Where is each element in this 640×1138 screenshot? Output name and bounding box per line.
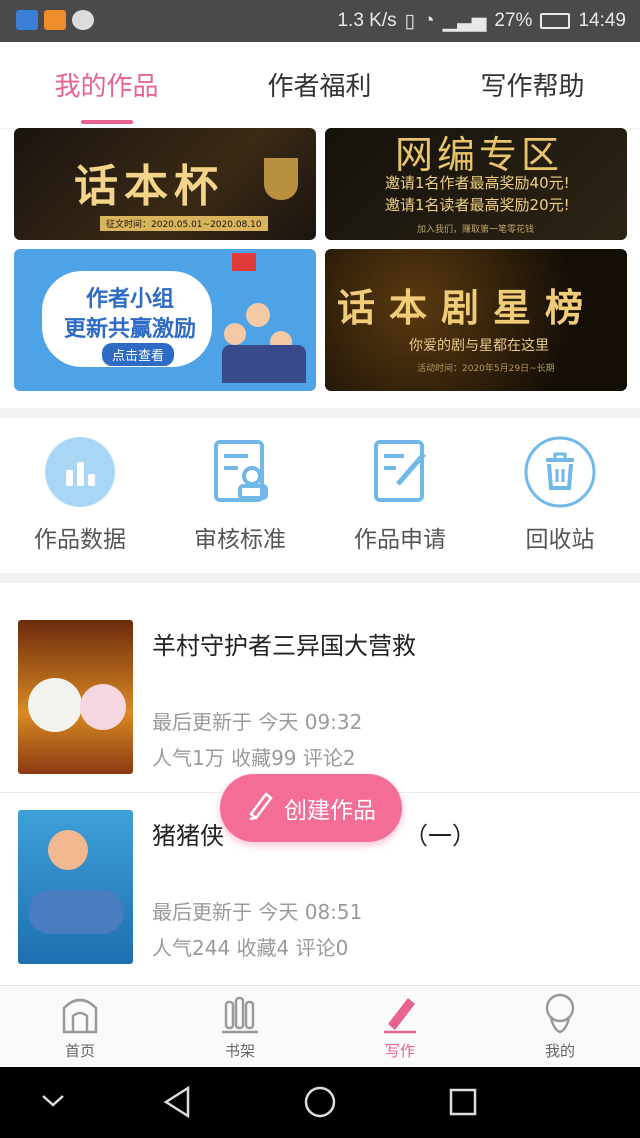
banner-subtitle: 你爱的剧与星都在这里 (409, 338, 549, 354)
nav-label: 书架 (224, 1042, 255, 1060)
work-stats: 人气1万 收藏99 评论2 (152, 746, 356, 770)
home-circle-icon[interactable] (303, 1085, 337, 1119)
tab-writing-help[interactable]: 写作帮助 (426, 66, 639, 103)
create-work-button[interactable]: 创建作品 (220, 774, 402, 842)
work-updated: 最后更新于 今天 09:32 (152, 710, 363, 734)
banner-title: 作者小组 (86, 287, 175, 312)
nav-label: 首页 (64, 1042, 95, 1060)
work-updated: 最后更新于 今天 08:51 (152, 900, 363, 924)
write-icon (384, 998, 416, 1034)
battery-level: 27% (494, 10, 533, 31)
banner-author-group[interactable]: 作者小组 更新共赢激励 点击查看 (14, 249, 316, 391)
recents-icon[interactable] (448, 1087, 478, 1117)
app-icon-mail (16, 10, 38, 30)
section-divider (0, 408, 640, 418)
active-tab-indicator (81, 120, 133, 124)
qa-work-apply[interactable]: 作品申请 (320, 436, 480, 554)
banner-line2: 更新共赢激励 (64, 317, 197, 342)
home-icon (62, 998, 98, 1034)
qa-label: 作品数据 (34, 527, 126, 553)
cartoon-people-illustration (222, 283, 306, 383)
system-nav-bar (0, 1067, 640, 1138)
banner-footer: 加入我们，赚取第一笔零花钱 (417, 225, 535, 235)
banner-drama-star-chart[interactable]: 话本剧星榜 你爱的剧与星都在这里 活动时间：2020年5月29日~长期 (325, 249, 627, 391)
back-icon[interactable] (162, 1085, 194, 1119)
banner-title: 话本剧星榜 (337, 285, 598, 330)
status-bar: 1.3 K/s ▯ ◔ ▁▃▅ 27% 14:49 (0, 0, 640, 42)
app-icon-video (44, 10, 66, 30)
work-stats: 人气244 收藏4 评论0 (152, 936, 349, 960)
trash-icon (524, 436, 596, 508)
work-title: 猪猪侠 (152, 822, 224, 850)
nav-bookshelf[interactable]: 书架 (160, 992, 320, 1061)
banner-huaben-cup[interactable]: 话本杯 征文时间：2020.05.01~2020.08.10 (14, 128, 316, 240)
signal-icon: ▁▃▅ (442, 10, 487, 32)
tab-author-benefits[interactable]: 作者福利 (213, 66, 426, 103)
nav-write[interactable]: 写作 (320, 992, 480, 1061)
pencil-icon (246, 790, 274, 826)
flag-icon (232, 253, 256, 271)
vibrate-icon: ▯ (404, 10, 416, 32)
tab-my-works[interactable]: 我的作品 (0, 66, 213, 103)
qa-work-data[interactable]: 作品数据 (0, 436, 160, 554)
work-item[interactable]: 羊村守护者三异国大营救 最后更新于 今天 09:32 人气1万 收藏99 评论2 (0, 600, 640, 790)
net-speed: 1.3 K/s (337, 10, 397, 31)
top-tabs: 我的作品 作者福利 写作帮助 (0, 42, 640, 129)
banner-footer: 活动时间：2020年5月29日~长期 (417, 364, 555, 374)
battery-icon (540, 13, 571, 29)
review-icon (204, 436, 276, 508)
qa-review-standard[interactable]: 审核标准 (160, 436, 320, 554)
qa-label: 审核标准 (194, 527, 286, 553)
bottom-nav: 首页 书架 写作 我的 (0, 985, 640, 1068)
bar-chart-icon (44, 436, 116, 508)
bookshelf-icon (222, 996, 258, 1034)
trophy-icon (264, 158, 298, 200)
create-work-label: 创建作品 (284, 798, 376, 824)
app-icon-chat (72, 10, 94, 30)
nav-home[interactable]: 首页 (0, 992, 160, 1061)
chevron-down-icon[interactable] (40, 1091, 66, 1111)
edit-document-icon (364, 436, 436, 508)
banner-title: 话本杯 (74, 161, 224, 212)
work-title: 羊村守护者三异国大营救 (152, 632, 416, 660)
banner-editor-zone[interactable]: 网编专区 邀请1名作者最高奖励40元! 邀请1名读者最高奖励20元! 加入我们，… (325, 128, 627, 240)
nav-label: 写作 (384, 1042, 415, 1060)
work-cover-image (18, 620, 133, 774)
qa-label: 作品申请 (354, 527, 446, 553)
work-title-tail: （一） (404, 822, 476, 850)
nav-profile[interactable]: 我的 (480, 992, 640, 1061)
banner-subtitle: 征文时间：2020.05.01~2020.08.10 (100, 216, 268, 231)
qa-recycle-bin[interactable]: 回收站 (480, 436, 640, 554)
work-cover-image (18, 810, 133, 964)
banner-line1: 邀请1名作者最高奖励40元! (385, 174, 570, 192)
clock: 14:49 (578, 10, 626, 31)
banner-line2: 邀请1名读者最高奖励20元! (385, 196, 570, 214)
profile-icon (545, 993, 575, 1034)
section-divider (0, 573, 640, 583)
qa-label: 回收站 (525, 527, 595, 553)
banner-button: 点击查看 (102, 343, 175, 366)
nav-label: 我的 (544, 1042, 575, 1060)
wifi-icon: ◔ (423, 10, 435, 31)
